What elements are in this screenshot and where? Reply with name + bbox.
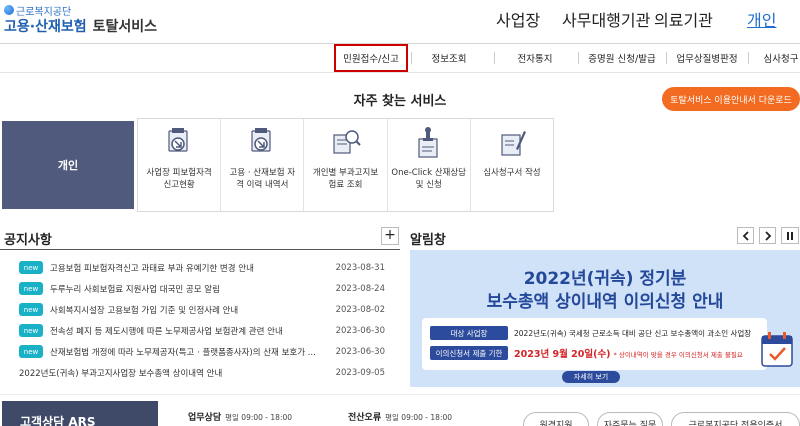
history-icon [251, 128, 271, 152]
calendar-icon [761, 332, 793, 367]
pen-doc-icon [501, 131, 526, 156]
notice-item[interactable]: new 산재보험법 개정에 따라 노무제공자(특고 · 플랫폼종사자)의 산재 … [19, 341, 385, 362]
new-badge: new [19, 345, 43, 358]
prev-slide-button[interactable] [737, 227, 754, 244]
hours-value: 평일 09:00 - 18:00 [225, 413, 293, 422]
notices-divider [0, 249, 400, 250]
report-icon [168, 128, 188, 152]
stamp-icon [418, 127, 438, 158]
pause-slide-button[interactable] [781, 227, 799, 244]
service-label: One-Click 산재상담 및 신청 [391, 168, 467, 191]
notices-more-button[interactable]: + [381, 227, 399, 245]
notices-title: 공지사항 [4, 233, 52, 248]
service-appeal-write[interactable]: 심사청구서 작성 [471, 119, 553, 211]
new-badge: new [19, 303, 43, 316]
deadline-line: 2023년 9월 20일(수) * 상이내역이 맞을 경우 이의신청서 제출 불필… [514, 346, 743, 360]
faq-button[interactable]: 자주묻는 질문 [597, 412, 663, 426]
submenu-divider [666, 52, 667, 64]
deadline-date: 2023년 9월 20일(수) [514, 349, 611, 360]
hours-label: 전산오류 [348, 413, 382, 423]
hours-value: 평일 09:00 - 18:00 [385, 413, 453, 422]
notice-date: 2023-09-05 [335, 367, 385, 378]
persona-tile: 개인 [2, 121, 134, 209]
service-label: 사업장 피보험자격 신고현황 [146, 168, 212, 191]
service-label: 심사청구서 작성 [483, 168, 541, 178]
favorite-services: 사업장 피보험자격 신고현황 고용 · 산재보험 자 격 이력 내역서 개인별 … [137, 118, 554, 212]
submenu-info-lookup[interactable]: 정보조회 [418, 44, 480, 72]
new-badge: new [19, 324, 43, 337]
top-nav-personal[interactable]: 개인 [747, 7, 776, 31]
notice-text: 사회복지시설장 고용보험 가입 기준 및 인정사례 안내 [50, 305, 239, 316]
service-qualification-report[interactable]: 사업장 피보험자격 신고현황 [138, 119, 222, 211]
notice-list: new 고용보험 피보험자격신고 과태료 부과 유예기한 변경 안내 2023-… [19, 257, 385, 383]
detail-button[interactable]: 자세히 보기 [562, 371, 620, 383]
notice-item[interactable]: new 사회복지시설장 고용보험 가입 기준 및 인정사례 안내 2023-08… [19, 299, 385, 320]
notice-item[interactable]: 2022년도(귀속) 부과고지사업장 보수총액 상이내역 안내 2023-09-… [19, 362, 385, 383]
banner-info-box: 대상 사업장 2022년도(귀속) 국세청 근로소득 대비 공단 신고 보수총액… [422, 318, 767, 370]
pause-icon [787, 231, 793, 240]
logo-mark-icon [4, 5, 14, 15]
consult-ars-title: 고객상담 ARS [2, 401, 158, 426]
work-consult-hours: 업무상담 평일 09:00 - 18:00 [188, 410, 292, 423]
notice-item[interactable]: new 고용보험 피보험자격신고 과태료 부과 유예기한 변경 안내 2023-… [19, 257, 385, 278]
notice-item[interactable]: new 두루누리 사회보험료 지원사업 대국민 공모 알림 2023-08-24 [19, 278, 385, 299]
new-badge: new [19, 282, 43, 295]
service-qualification-history[interactable]: 고용 · 산재보험 자 격 이력 내역서 [221, 119, 305, 211]
site-logo[interactable]: 근로복지공단 고용·산재보험 토탈서비스 [2, 2, 177, 38]
deadline-note: * 상이내역이 맞을 경우 이의신청서 제출 불필요 [613, 351, 743, 359]
submenu-civil-report[interactable]: 민원접수/신고 [334, 44, 408, 72]
new-badge: new [19, 261, 43, 274]
submenu-divider [748, 52, 749, 64]
chevron-left-icon [742, 230, 749, 241]
logo-suffix: 토탈서비스 [92, 19, 158, 35]
target-text: 2022년도(귀속) 국세청 근로소득 대비 공단 신고 보수총액이 과소인 사… [514, 329, 752, 338]
guide-download-button[interactable]: 토탈서비스 이용안내서 다운로드 [662, 87, 800, 111]
next-slide-button[interactable] [759, 227, 776, 244]
notice-date: 2023-06-30 [335, 325, 385, 336]
submenu-divider-line [0, 72, 800, 73]
alert-banner[interactable]: 2022년(귀속) 정기분 보수총액 상이내역 이의신청 안내 대상 사업장 2… [410, 250, 800, 387]
notice-date: 2023-06-30 [335, 346, 385, 357]
service-label: 고용 · 산재보험 자 격 이력 내역서 [229, 168, 296, 191]
logo-title: 고용·산재보험 토탈서비스 [4, 16, 157, 36]
service-premium-lookup[interactable]: 개인별 부과고지보 험료 조회 [304, 119, 388, 211]
top-nav-business[interactable]: 사업장 [496, 7, 540, 31]
service-label: 개인별 부과고지보 험료 조회 [312, 168, 379, 191]
logo-brand: 고용·산재보험 [4, 19, 87, 35]
submenu-appeal[interactable]: 심사청구 [756, 44, 800, 72]
notice-date: 2023-08-24 [335, 283, 385, 294]
service-oneclick-consult[interactable]: One-Click 산재상담 및 신청 [388, 119, 471, 211]
deadline-label: 이의신청서 제출 기한 [430, 346, 508, 360]
notice-text: 2022년도(귀속) 부과고지사업장 보수총액 상이내역 안내 [19, 368, 223, 379]
dedicated-cert-button[interactable]: 근로복지공단 전용인증서 [671, 412, 800, 426]
hours-label: 업무상담 [188, 413, 222, 423]
bottom-divider [0, 394, 800, 395]
notice-date: 2023-08-31 [335, 262, 385, 273]
submenu-certificate[interactable]: 증명원 신청/발급 [582, 44, 662, 72]
notice-item[interactable]: new 전속성 폐지 등 제도시행에 따른 노무제공사업 보험관계 관련 안내 … [19, 320, 385, 341]
notice-text: 고용보험 피보험자격신고 과태료 부과 유예기한 변경 안내 [50, 263, 254, 274]
remote-support-button[interactable]: 원격지원 [523, 412, 589, 426]
notice-date: 2023-08-02 [335, 304, 385, 315]
it-error-hours: 전산오류 평일 09:00 - 18:00 [348, 410, 452, 423]
banner-title-line-1: 2022년(귀속) 정기분 [523, 269, 687, 289]
submenu-e-notice[interactable]: 전자통지 [500, 44, 570, 72]
notice-text: 전속성 폐지 등 제도시행에 따른 노무제공사업 보험관계 관련 안내 [50, 326, 283, 337]
top-nav-agency[interactable]: 사무대행기관 [562, 7, 650, 31]
sub-menu: 민원접수/신고 정보조회 전자통지 증명원 신청/발급 업무상질병판정 심사청구 [0, 44, 800, 72]
notice-text: 두루누리 사회보험료 지원사업 대국민 공모 알림 [50, 284, 220, 295]
banner-title-line-2: 보수총액 상이내역 이의신청 안내 [486, 292, 724, 312]
top-nav-medical[interactable]: 의료기관 [654, 7, 713, 31]
notice-text: 산재보험법 개정에 따라 노무제공자(특고 · 플랫폼종사자)의 산재 보호가 … [50, 347, 316, 358]
submenu-divider [494, 52, 495, 64]
submenu-divider [411, 52, 412, 64]
alert-title: 알림창 [410, 233, 446, 248]
target-label: 대상 사업장 [430, 326, 508, 340]
chevron-right-icon [764, 230, 771, 241]
submenu-disease-judgment[interactable]: 업무상질병판정 [670, 44, 744, 72]
submenu-divider [578, 52, 579, 64]
search-doc-icon [332, 130, 361, 154]
